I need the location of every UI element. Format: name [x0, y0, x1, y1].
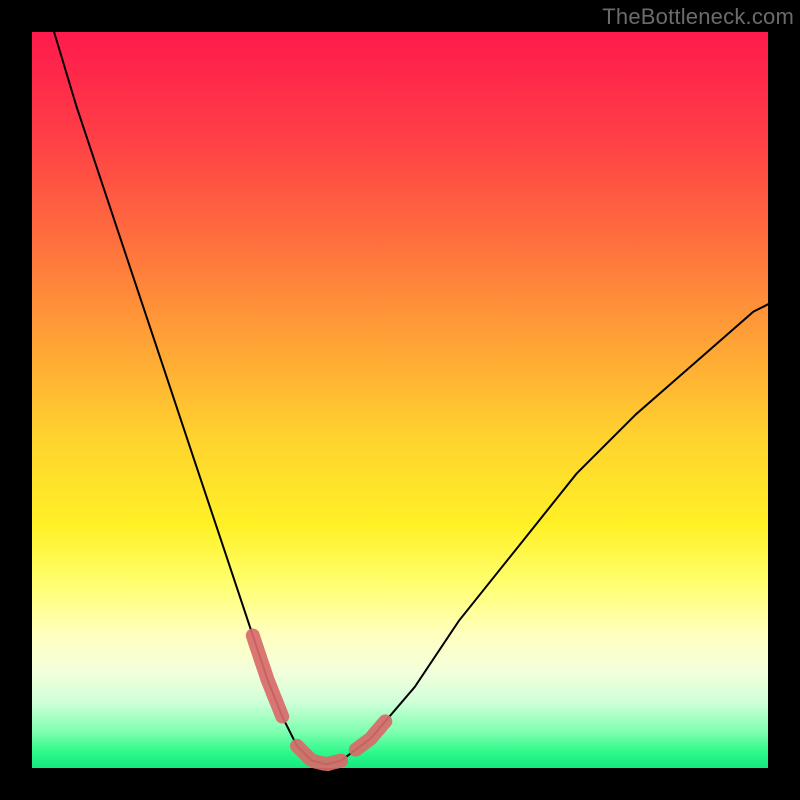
highlight-segment	[253, 636, 282, 717]
highlight-overlay	[253, 636, 385, 765]
highlight-segment	[297, 746, 341, 764]
highlight-segment	[356, 721, 386, 749]
curve-svg	[32, 32, 768, 768]
watermark-text: TheBottleneck.com	[602, 4, 794, 30]
bottleneck-curve	[54, 32, 768, 764]
chart-frame: TheBottleneck.com	[0, 0, 800, 800]
